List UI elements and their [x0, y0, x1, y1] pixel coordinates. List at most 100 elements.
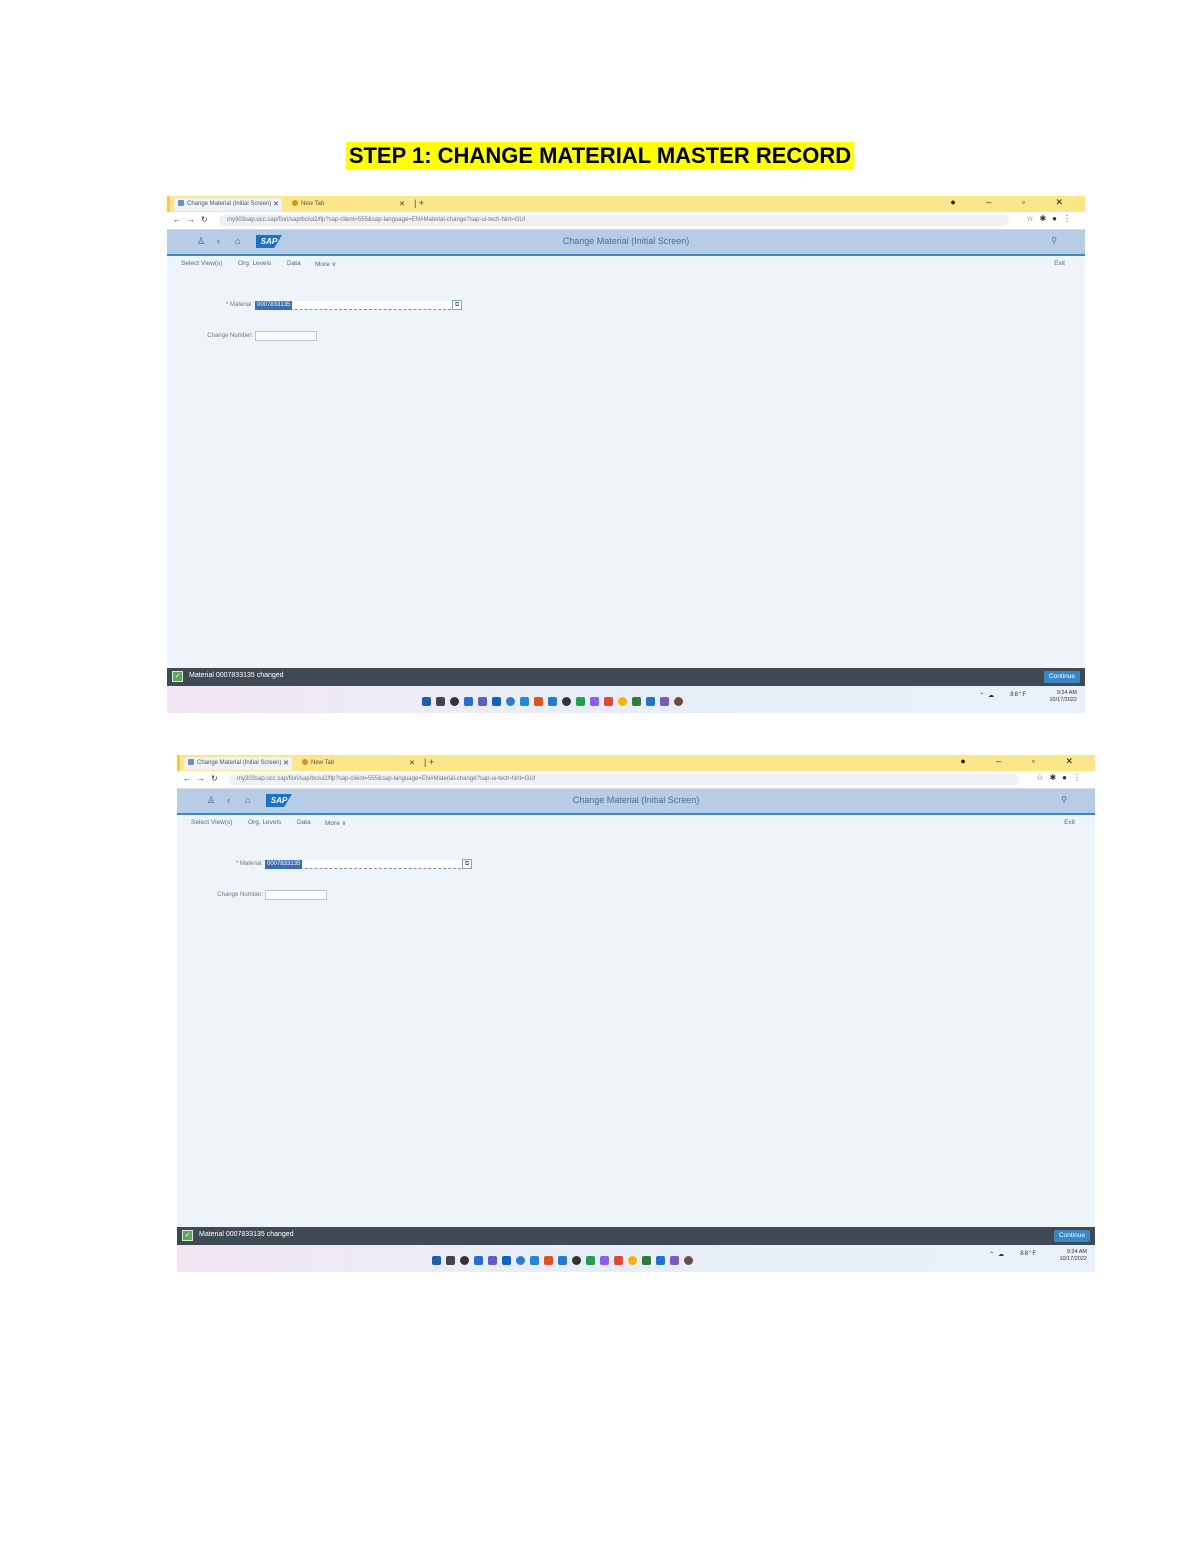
close-tab-icon[interactable]: ✕	[409, 757, 415, 770]
window-controls[interactable]: ● – ▫ ✕	[960, 756, 1087, 767]
taskbar-app-icon[interactable]	[562, 697, 571, 707]
new-tab-icon[interactable]: | +	[424, 757, 434, 767]
taskbar-app-icon[interactable]	[474, 1256, 483, 1266]
taskbar-app-icon[interactable]	[450, 697, 459, 707]
url-field[interactable]: my303sap.ucc.sap/fiori/sap/bc/ui2/flp?sa…	[219, 215, 1009, 226]
clock[interactable]: 9:24 AM 10/17/2022	[1049, 690, 1077, 704]
taskbar-app-icon[interactable]	[544, 1256, 553, 1266]
menu-more[interactable]: More ∨	[315, 260, 336, 268]
taskbar-app-icon[interactable]	[478, 697, 487, 707]
menu-select-views[interactable]: Select View(s)	[191, 819, 232, 826]
taskbar-app-icon[interactable]	[660, 697, 669, 707]
clock[interactable]: 9:24 AM 10/17/2022	[1059, 1249, 1087, 1263]
taskbar-app-icon[interactable]	[600, 1256, 609, 1266]
change-number-input[interactable]	[255, 331, 317, 341]
continue-button[interactable]: Continue	[1053, 1230, 1090, 1242]
url-field[interactable]: my303sap.ucc.sap/fiori/sap/bc/ui2/flp?sa…	[229, 774, 1019, 785]
taskbar-app-icon[interactable]	[548, 697, 557, 707]
taskbar-app-icon[interactable]	[590, 697, 599, 707]
value-help-icon[interactable]: ⧉	[452, 300, 462, 310]
material-input[interactable]: 0007833135 ⧉	[265, 859, 472, 869]
close-tab-icon[interactable]: ✕	[273, 198, 279, 211]
browser-actions[interactable]: ☆✱●⋮	[1036, 773, 1087, 782]
taskbar-app-icon[interactable]	[506, 697, 515, 707]
menu-select-views[interactable]: Select View(s)	[181, 260, 222, 267]
exit-button[interactable]: Exit	[1054, 260, 1065, 267]
taskbar-app-icon[interactable]	[534, 697, 543, 707]
taskbar-app-icon[interactable]	[422, 697, 431, 707]
taskbar-app-icons	[422, 693, 688, 707]
browser-tab-bar: Change Material (Initial Screen) ✕ New T…	[167, 196, 1085, 212]
taskbar-app-icon[interactable]	[446, 1256, 455, 1266]
reload-icon[interactable]: ↻	[201, 215, 208, 224]
taskbar-app-icon[interactable]	[488, 1256, 497, 1266]
taskbar-app-icon[interactable]	[460, 1256, 469, 1266]
taskbar-app-icon[interactable]	[604, 697, 613, 707]
taskbar-app-icon[interactable]	[492, 697, 501, 707]
browser-tab[interactable]: New Tab ✕	[298, 757, 418, 770]
message-bar: ✓ Material 0007833135 changed Continue	[177, 1227, 1095, 1245]
back-arrow-icon[interactable]: ←	[183, 774, 191, 783]
search-icon[interactable]: ⚲	[1061, 795, 1067, 804]
taskbar-app-icon[interactable]	[618, 697, 627, 707]
reload-icon[interactable]: ↻	[211, 774, 218, 783]
taskbar-app-icon[interactable]	[432, 1256, 441, 1266]
value-help-icon[interactable]: ⧉	[462, 859, 472, 869]
clock-time: 9:24 AM	[1056, 690, 1077, 696]
taskbar-app-icon[interactable]	[516, 1256, 525, 1266]
search-icon[interactable]: ⚲	[1051, 236, 1057, 245]
taskbar-app-icon[interactable]	[642, 1256, 651, 1266]
exit-button[interactable]: Exit	[1064, 819, 1075, 826]
material-input[interactable]: 0007833135 ⧉	[255, 300, 462, 310]
system-tray-icons[interactable]: ⌃ ☁	[979, 692, 995, 699]
forward-arrow-icon[interactable]: →	[187, 215, 195, 224]
taskbar-app-icon[interactable]	[674, 697, 683, 707]
taskbar-app-icon[interactable]	[632, 697, 641, 707]
taskbar-app-icon[interactable]	[628, 1256, 637, 1266]
forward-arrow-icon[interactable]: →	[197, 774, 205, 783]
menu-data[interactable]: Data	[287, 260, 301, 267]
taskbar-app-icon[interactable]	[656, 1256, 665, 1266]
continue-button[interactable]: Continue	[1043, 671, 1080, 683]
taskbar-app-icon[interactable]	[464, 697, 473, 707]
menu-data[interactable]: Data	[297, 819, 311, 826]
weather-text[interactable]: 88°F	[1020, 1251, 1037, 1257]
taskbar-app-icon[interactable]	[572, 1256, 581, 1266]
browser-tab-active[interactable]: Change Material (Initial Screen) ✕	[184, 757, 292, 770]
back-arrow-icon[interactable]: ←	[173, 215, 181, 224]
close-tab-icon[interactable]: ✕	[283, 757, 289, 770]
sap-favicon-icon	[178, 200, 184, 207]
taskbar-app-icon[interactable]	[646, 697, 655, 707]
browser-tab-active[interactable]: Change Material (Initial Screen) ✕	[174, 198, 282, 211]
address-bar: ← → ↻ my303sap.ucc.sap/fiori/sap/bc/ui2/…	[167, 212, 1085, 230]
sap-screenshot-1: Change Material (Initial Screen) ✕ New T…	[167, 196, 1085, 713]
taskbar-app-icon[interactable]	[520, 697, 529, 707]
taskbar-app-icon[interactable]	[670, 1256, 679, 1266]
clock-date: 10/17/2022	[1049, 697, 1077, 703]
sap-shell-bar: ♙ ‹ ⌂ SAP Change Material (Initial Scree…	[177, 789, 1095, 815]
browser-tab[interactable]: New Tab ✕	[288, 198, 408, 211]
tab-title: New Tab	[301, 201, 325, 207]
change-number-label: Change Number:	[207, 333, 253, 339]
taskbar-app-icon[interactable]	[436, 697, 445, 707]
taskbar-app-icon[interactable]	[502, 1256, 511, 1266]
taskbar-app-icon[interactable]	[586, 1256, 595, 1266]
sap-menu-bar: Select View(s) Org. Levels Data More ∨ E…	[177, 815, 1095, 831]
taskbar-app-icon[interactable]	[576, 697, 585, 707]
menu-org-levels[interactable]: Org. Levels	[248, 819, 281, 826]
taskbar-app-icon[interactable]	[530, 1256, 539, 1266]
taskbar-app-icon[interactable]	[684, 1256, 693, 1266]
material-label: * Material:	[235, 861, 263, 867]
taskbar-app-icon[interactable]	[614, 1256, 623, 1266]
weather-text[interactable]: 88°F	[1010, 692, 1027, 698]
new-tab-icon[interactable]: | +	[414, 198, 424, 208]
system-tray-icons[interactable]: ⌃ ☁	[989, 1251, 1005, 1258]
message-bar: ✓ Material 0007833135 changed Continue	[167, 668, 1085, 686]
window-controls[interactable]: ● – ▫ ✕	[950, 197, 1077, 208]
menu-org-levels[interactable]: Org. Levels	[238, 260, 271, 267]
menu-more[interactable]: More ∨	[325, 819, 346, 827]
taskbar-app-icon[interactable]	[558, 1256, 567, 1266]
change-number-input[interactable]	[265, 890, 327, 900]
browser-actions[interactable]: ☆✱●⋮	[1026, 214, 1077, 223]
close-tab-icon[interactable]: ✕	[399, 198, 405, 211]
